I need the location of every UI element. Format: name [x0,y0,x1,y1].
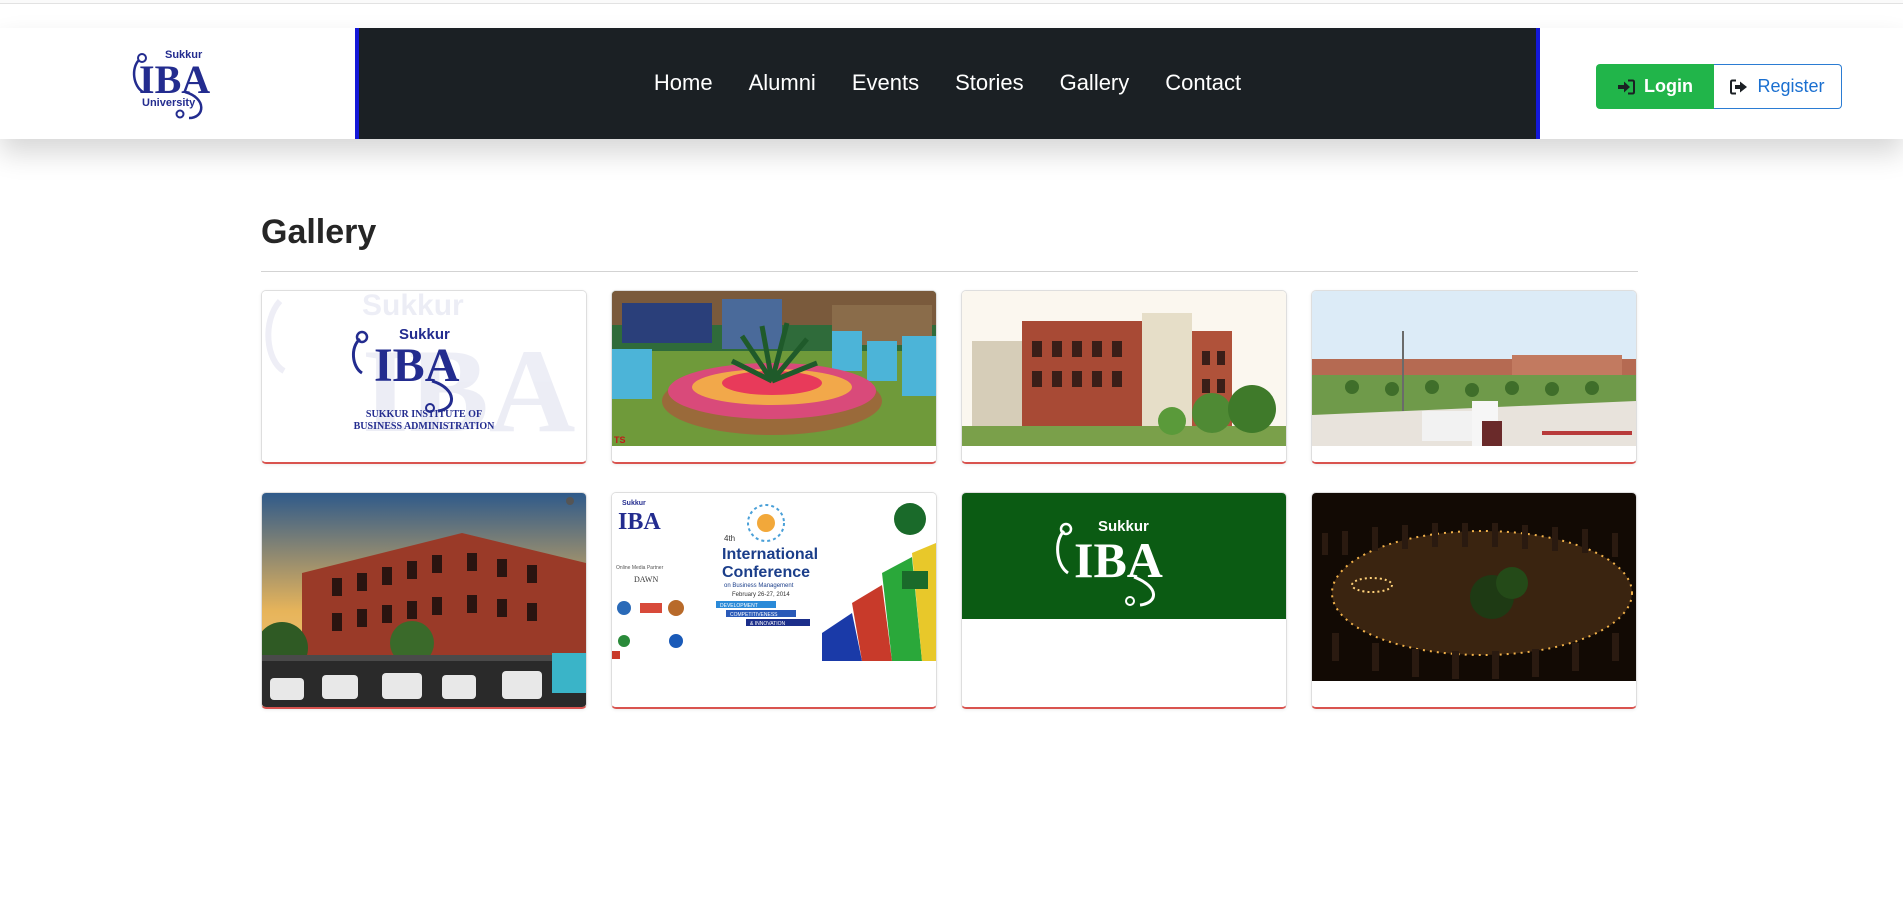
nav-events[interactable]: Events [852,70,919,96]
main-navbar: Home Alumni Events Stories Gallery Conta… [355,28,1540,139]
svg-text:International: International [722,546,818,563]
sign-out-icon [1730,79,1748,94]
page-title: Gallery [261,213,377,251]
gallery-image-campus-gate [1312,291,1636,462]
sign-in-icon [1618,79,1635,94]
iba-logo-icon: Sukkur IBA University [132,49,210,120]
nav-alumni[interactable]: Alumni [749,70,816,96]
nav-home[interactable]: Home [654,70,713,96]
svg-text:TS: TS [614,435,626,445]
title-divider [261,271,1638,272]
gallery-card-1[interactable]: IBA Sukkur Sukkur IBA Sukkur Institute o… [261,290,587,464]
gallery-image-building-sky [262,493,586,707]
svg-text:IBA: IBA [618,509,661,535]
svg-text:February 26-27, 2014: February 26-27, 2014 [732,592,790,598]
nav-stories[interactable]: Stories [955,70,1023,96]
gallery-card-3[interactable] [961,290,1287,464]
gallery-image-logo: IBA Sukkur Sukkur IBA Sukkur Institute o… [262,291,586,462]
site-logo[interactable]: Sukkur IBA University [125,46,230,122]
svg-text:DAWN: DAWN [634,575,658,584]
svg-text:Sukkur: Sukkur [362,291,464,322]
gallery-card-8[interactable] [1311,492,1637,709]
svg-text:University: University [142,97,196,109]
gallery-image-campus-building [962,291,1286,462]
gallery-card-6[interactable]: Sukkur IBA 4th International Conference … [611,492,937,709]
gallery-card-7[interactable]: Sukkur IBA [961,492,1287,709]
login-button[interactable]: Login [1596,64,1723,109]
gallery-image-flower-garden: TS [612,291,936,462]
browser-top-bar [0,0,1903,4]
svg-text:Business Administration: Business Administration [354,421,495,432]
login-label: Login [1644,76,1693,96]
nav-links: Home Alumni Events Stories Gallery Conta… [359,70,1536,96]
svg-text:Conference: Conference [722,564,810,581]
register-label: Register [1757,76,1825,96]
gallery-image-candle-ceremony [1312,493,1636,707]
gallery-image-conference-poster: Sukkur IBA 4th International Conference … [612,493,936,707]
svg-text:& INNOVATION: & INNOVATION [750,621,785,627]
svg-text:IBA: IBA [139,57,210,102]
svg-text:COMPETITIVENESS: COMPETITIVENESS [730,612,778,618]
svg-text:Online Media Partner: Online Media Partner [616,565,664,571]
register-button[interactable]: Register [1714,64,1842,109]
gallery-image-green-logo: Sukkur IBA [962,493,1286,707]
svg-text:on Business Management: on Business Management [724,583,794,589]
svg-text:4th: 4th [724,534,735,543]
svg-text:IBA: IBA [374,339,460,392]
svg-text:Sukkur Institute of: Sukkur Institute of [366,409,482,420]
nav-contact[interactable]: Contact [1165,70,1241,96]
nav-gallery[interactable]: Gallery [1060,70,1130,96]
gallery-card-5[interactable] [261,492,587,709]
svg-text:DEVELOPMENT: DEVELOPMENT [720,603,758,609]
svg-text:Sukkur: Sukkur [622,500,646,507]
gallery-card-2[interactable]: TS [611,290,937,464]
gallery-card-4[interactable] [1311,290,1637,464]
svg-text:IBA: IBA [1074,532,1163,588]
site-header: Sukkur IBA University Home Alumni Events… [0,28,1903,139]
